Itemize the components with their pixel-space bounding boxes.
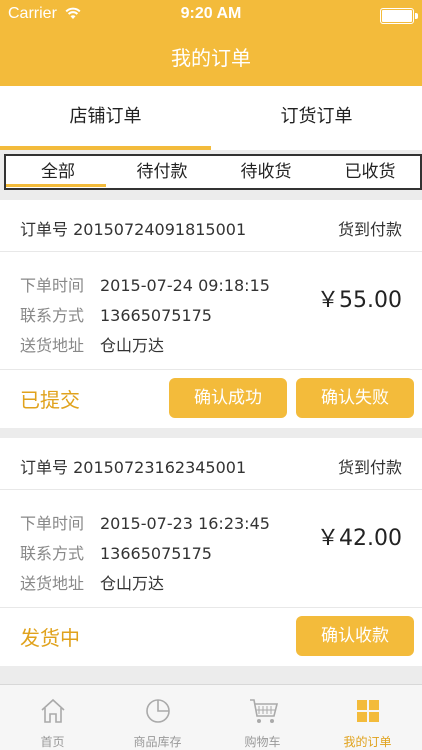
payment-type: 货到付款 <box>337 220 402 239</box>
tabbar-cart-label: 购物车 <box>244 735 281 749</box>
order-details: 下单时间 2015-07-23 16:23:45 联系方式 13665075175 … <box>0 490 422 608</box>
tabbar-inventory-label: 商品库存 <box>133 735 182 749</box>
order-number: 订单号 20150723162345001 <box>20 458 247 477</box>
order-status-tabs: 全部 待付款 待收货 已收货 <box>4 154 422 190</box>
order-type-tabs: 店铺订单 订货订单 <box>0 86 422 150</box>
tab-received[interactable]: 已收货 <box>318 156 422 188</box>
grid-icon <box>357 700 379 722</box>
order-details: 下单时间 2015-07-24 09:18:15 联系方式 13665075175 … <box>0 252 422 370</box>
order-state: 发货中 <box>20 626 80 650</box>
tabbar-cart[interactable]: 购物车 <box>210 685 315 750</box>
payment-type: 货到付款 <box>337 458 402 477</box>
clock: 9:20 AM <box>180 5 242 22</box>
tabbar-my-orders[interactable]: 我的订单 <box>315 685 420 750</box>
address-row: 送货地址 仓山万达 <box>20 332 164 356</box>
contact-row: 联系方式 13665075175 <box>20 302 212 326</box>
address-value: 仓山万达 <box>100 336 165 355</box>
tab-pending-receipt[interactable]: 待收货 <box>214 156 318 188</box>
page-title: 我的订单 <box>171 46 251 70</box>
order-time-label: 下单时间 <box>20 514 85 533</box>
order-price: ￥42.00 <box>317 526 402 551</box>
status-bar: Carrier 9:20 AM <box>0 0 422 30</box>
contact-value: 13665075175 <box>100 306 212 325</box>
tabbar-my-orders-label: 我的订单 <box>343 735 392 749</box>
address-row: 送货地址 仓山万达 <box>20 570 164 594</box>
tabbar-home[interactable]: 首页 <box>0 685 105 750</box>
confirm-failure-button[interactable]: 确认失败 <box>296 378 414 418</box>
order-time-label: 下单时间 <box>20 276 85 295</box>
order-header: 订单号 20150723162345001 货到付款 <box>0 438 422 490</box>
tabbar-home-label: 首页 <box>40 735 65 749</box>
confirm-payment-button[interactable]: 确认收款 <box>296 616 414 656</box>
order-number: 订单号 20150724091815001 <box>20 220 247 239</box>
battery-icon <box>380 8 418 24</box>
order-price: ￥55.00 <box>317 288 402 313</box>
tab-pending-payment[interactable]: 待付款 <box>110 156 214 188</box>
order-time-value: 2015-07-23 16:23:45 <box>100 514 270 533</box>
address-value: 仓山万达 <box>100 574 165 593</box>
order-time-row: 下单时间 2015-07-23 16:23:45 <box>20 510 270 534</box>
cart-icon <box>250 699 279 723</box>
contact-row: 联系方式 13665075175 <box>20 540 212 564</box>
contact-label: 联系方式 <box>20 306 85 325</box>
contact-value: 13665075175 <box>100 544 212 563</box>
order-state: 已提交 <box>20 388 80 412</box>
address-label: 送货地址 <box>20 574 85 593</box>
pie-chart-icon <box>146 699 170 723</box>
tab-bar: 首页 商品库存 购物车 我的订单 <box>0 684 422 750</box>
order-time-row: 下单时间 2015-07-24 09:18:15 <box>20 272 270 296</box>
tab-store-orders[interactable]: 店铺订单 <box>0 86 211 150</box>
order-footer: 发货中 确认收款 <box>0 608 422 666</box>
order-time-value: 2015-07-24 09:18:15 <box>100 276 270 295</box>
address-label: 送货地址 <box>20 336 85 355</box>
order-card: 订单号 20150723162345001 货到付款 下单时间 2015-07-2… <box>0 438 422 666</box>
confirm-success-button[interactable]: 确认成功 <box>169 378 287 418</box>
header: Carrier 9:20 AM 我的订单 <box>0 0 422 86</box>
contact-label: 联系方式 <box>20 544 85 563</box>
home-icon <box>41 698 65 723</box>
order-header: 订单号 20150724091815001 货到付款 <box>0 200 422 252</box>
tabbar-inventory[interactable]: 商品库存 <box>105 685 210 750</box>
tab-all[interactable]: 全部 <box>6 156 110 188</box>
order-card: 订单号 20150724091815001 货到付款 下单时间 2015-07-2… <box>0 200 422 428</box>
tab-stock-orders[interactable]: 订货订单 <box>211 86 422 150</box>
order-footer: 已提交 确认成功 确认失败 <box>0 370 422 428</box>
